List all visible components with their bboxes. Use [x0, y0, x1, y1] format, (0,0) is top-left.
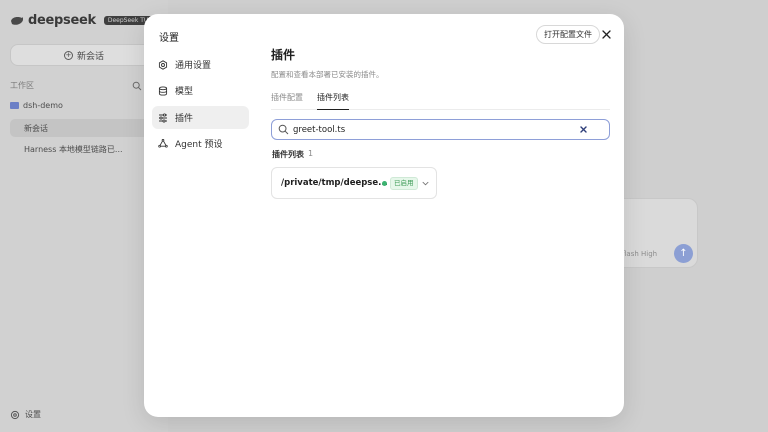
whale-logo-icon: [11, 16, 23, 25]
chat-item-label: 新会话: [24, 123, 48, 133]
plugin-list-count: 1: [308, 149, 314, 158]
nav-item-label: 模型: [175, 87, 194, 97]
tab-plugin-config[interactable]: 插件配置: [271, 92, 303, 110]
tab-plugin-list[interactable]: 插件列表: [317, 92, 349, 110]
status-badge: 已启用: [390, 177, 418, 190]
brand-name: deepseek: [28, 13, 96, 28]
chat-item[interactable]: Harness 本地模型链路已... 1w: [10, 140, 160, 158]
status-dot: [382, 181, 387, 186]
composer-model[interactable]: flash High: [622, 250, 657, 258]
search-box[interactable]: [271, 119, 610, 140]
project-name: dsh-demo: [23, 101, 63, 110]
nav-item-general[interactable]: 通用设置: [152, 53, 249, 76]
chevron-down-icon[interactable]: [422, 180, 429, 187]
open-config-button[interactable]: 打开配置文件: [536, 25, 600, 44]
gear-icon: [10, 410, 20, 419]
workspace-label: 工作区: [10, 81, 34, 90]
nav-item-plugins[interactable]: 插件: [152, 106, 249, 129]
database-icon: [158, 85, 168, 95]
workspace-header: 工作区: [10, 80, 160, 91]
brand: deepseek DeepSeek TUI: [10, 13, 155, 28]
close-icon[interactable]: [600, 28, 613, 41]
search-icon: [278, 124, 289, 135]
nav-item-agent-presets[interactable]: Agent 预设: [152, 132, 249, 155]
plus-icon: +: [63, 50, 73, 60]
send-button[interactable]: ↑: [674, 244, 693, 263]
new-chat-button[interactable]: + 新会话: [10, 44, 158, 66]
settings-modal: 设置 通用设置 模型 插件 Agent 预设 打开配置文件 插件 配置和查看本部…: [144, 14, 624, 417]
page-subtitle: 配置和查看本部署已安装的插件。: [271, 70, 384, 79]
modal-title: 设置: [159, 33, 179, 44]
page-title: 插件: [271, 48, 296, 62]
project-item[interactable]: dsh-demo: [10, 101, 63, 110]
clear-icon[interactable]: [578, 124, 589, 135]
nav-item-label: 插件: [175, 114, 194, 124]
settings-link[interactable]: 设置: [10, 409, 41, 420]
nav-item-model[interactable]: 模型: [152, 79, 249, 102]
tab-bar: 插件配置 插件列表: [271, 92, 610, 110]
recycle-icon: [158, 138, 168, 147]
chat-item-label: Harness 本地模型链路已...: [24, 144, 123, 154]
chat-item[interactable]: 新会话: [10, 119, 160, 137]
sidebar: deepseek DeepSeek TUI + 新会话 工作区 dsh-demo: [0, 0, 168, 432]
arrow-up-icon: ↑: [679, 248, 688, 259]
sliders-icon: [159, 112, 167, 123]
plugin-path: /private/tmp/deepse...: [281, 178, 388, 188]
search-input[interactable]: [293, 122, 573, 137]
new-chat-label: 新会话: [76, 51, 104, 62]
settings-nav: 设置 通用设置 模型 插件 Agent 预设: [144, 14, 256, 417]
nav-item-label: 通用设置: [175, 61, 212, 71]
search-icon[interactable]: [132, 81, 142, 91]
plugin-card[interactable]: /private/tmp/deepse... 已启用: [271, 167, 437, 199]
gear-icon: [158, 59, 168, 70]
nav-item-label: Agent 预设: [175, 140, 223, 150]
settings-label: 设置: [25, 410, 41, 419]
folder-icon: [10, 102, 19, 109]
plugin-list-label: 插件列表: [272, 150, 304, 159]
